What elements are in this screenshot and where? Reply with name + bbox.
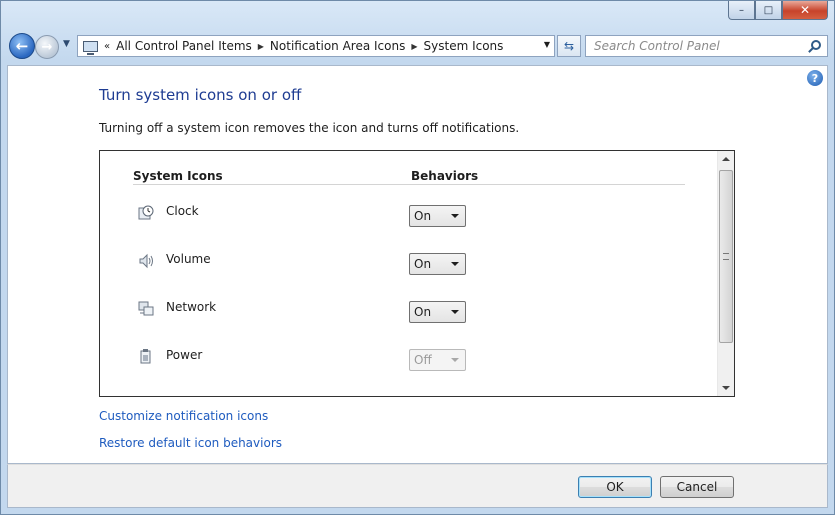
refresh-icon: ⇆ (563, 39, 575, 53)
page-description: Turning off a system icon removes the ic… (99, 121, 520, 135)
control-panel-window: – □ ✕ ← → ▼ « All Control Panel Items ▶ … (0, 0, 835, 515)
breadcrumb-separator-icon[interactable]: ▶ (411, 42, 417, 51)
recent-pages-dropdown[interactable]: ▼ (63, 39, 70, 49)
cancel-button[interactable]: Cancel (660, 476, 734, 498)
system-icons-list: System Icons Behaviors Clock On Volume O… (99, 150, 735, 397)
search-input[interactable] (592, 38, 802, 54)
network-behavior-select[interactable]: On (409, 301, 466, 323)
clock-label: Clock (166, 204, 199, 218)
volume-behavior-select[interactable]: On (409, 253, 466, 275)
address-dropdown-icon[interactable]: ▼ (544, 40, 550, 49)
search-icon[interactable] (811, 40, 821, 50)
customize-notification-icons-link[interactable]: Customize notification icons (99, 409, 268, 423)
scroll-up-icon[interactable] (722, 157, 730, 161)
breadcrumb-overflow[interactable]: « (104, 41, 110, 52)
search-box (585, 35, 828, 57)
header-divider (133, 184, 685, 185)
dialog-footer: OK Cancel (7, 464, 828, 508)
maximize-button[interactable]: □ (755, 1, 782, 20)
close-button[interactable]: ✕ (782, 1, 828, 20)
power-behavior-select: Off (409, 349, 466, 371)
restore-default-behaviors-link[interactable]: Restore default icon behaviors (99, 436, 282, 450)
breadcrumb-system-icons[interactable]: System Icons (424, 39, 504, 53)
caption-buttons: – □ ✕ (728, 1, 828, 21)
content-pane: ? Turn system icons on or off Turning of… (7, 65, 828, 464)
arrow-left-icon: ← (15, 37, 29, 55)
clock-behavior-select[interactable]: On (409, 205, 466, 227)
network-icon (138, 301, 154, 316)
vertical-scrollbar[interactable] (717, 151, 734, 396)
scroll-down-icon[interactable] (722, 386, 730, 390)
chevron-down-icon: ▼ (63, 39, 70, 49)
column-header-system-icons: System Icons (133, 169, 223, 183)
page-title: Turn system icons on or off (99, 86, 302, 104)
network-label: Network (166, 300, 217, 314)
breadcrumb-separator-icon[interactable]: ▶ (258, 42, 264, 51)
back-button[interactable]: ← (9, 33, 35, 59)
volume-icon (139, 253, 153, 269)
navigation-bar: ← → ▼ « All Control Panel Items ▶ Notifi… (7, 31, 828, 61)
arrow-right-icon: → (41, 39, 53, 55)
minimize-button[interactable]: – (728, 1, 755, 20)
clock-icon (138, 205, 154, 220)
volume-label: Volume (166, 252, 211, 266)
refresh-button[interactable]: ⇆ (557, 35, 581, 57)
control-panel-icon (83, 40, 98, 55)
column-header-behaviors: Behaviors (411, 169, 479, 183)
power-icon (140, 349, 151, 364)
power-label: Power (166, 348, 203, 362)
breadcrumb-notification-area-icons[interactable]: Notification Area Icons (270, 39, 405, 53)
scrollbar-thumb[interactable] (719, 170, 733, 343)
help-icon[interactable]: ? (807, 70, 823, 86)
address-bar[interactable]: « All Control Panel Items ▶ Notification… (77, 35, 555, 57)
forward-button[interactable]: → (35, 35, 59, 59)
breadcrumb-all-control-panel-items[interactable]: All Control Panel Items (116, 39, 252, 53)
ok-button[interactable]: OK (578, 476, 652, 498)
